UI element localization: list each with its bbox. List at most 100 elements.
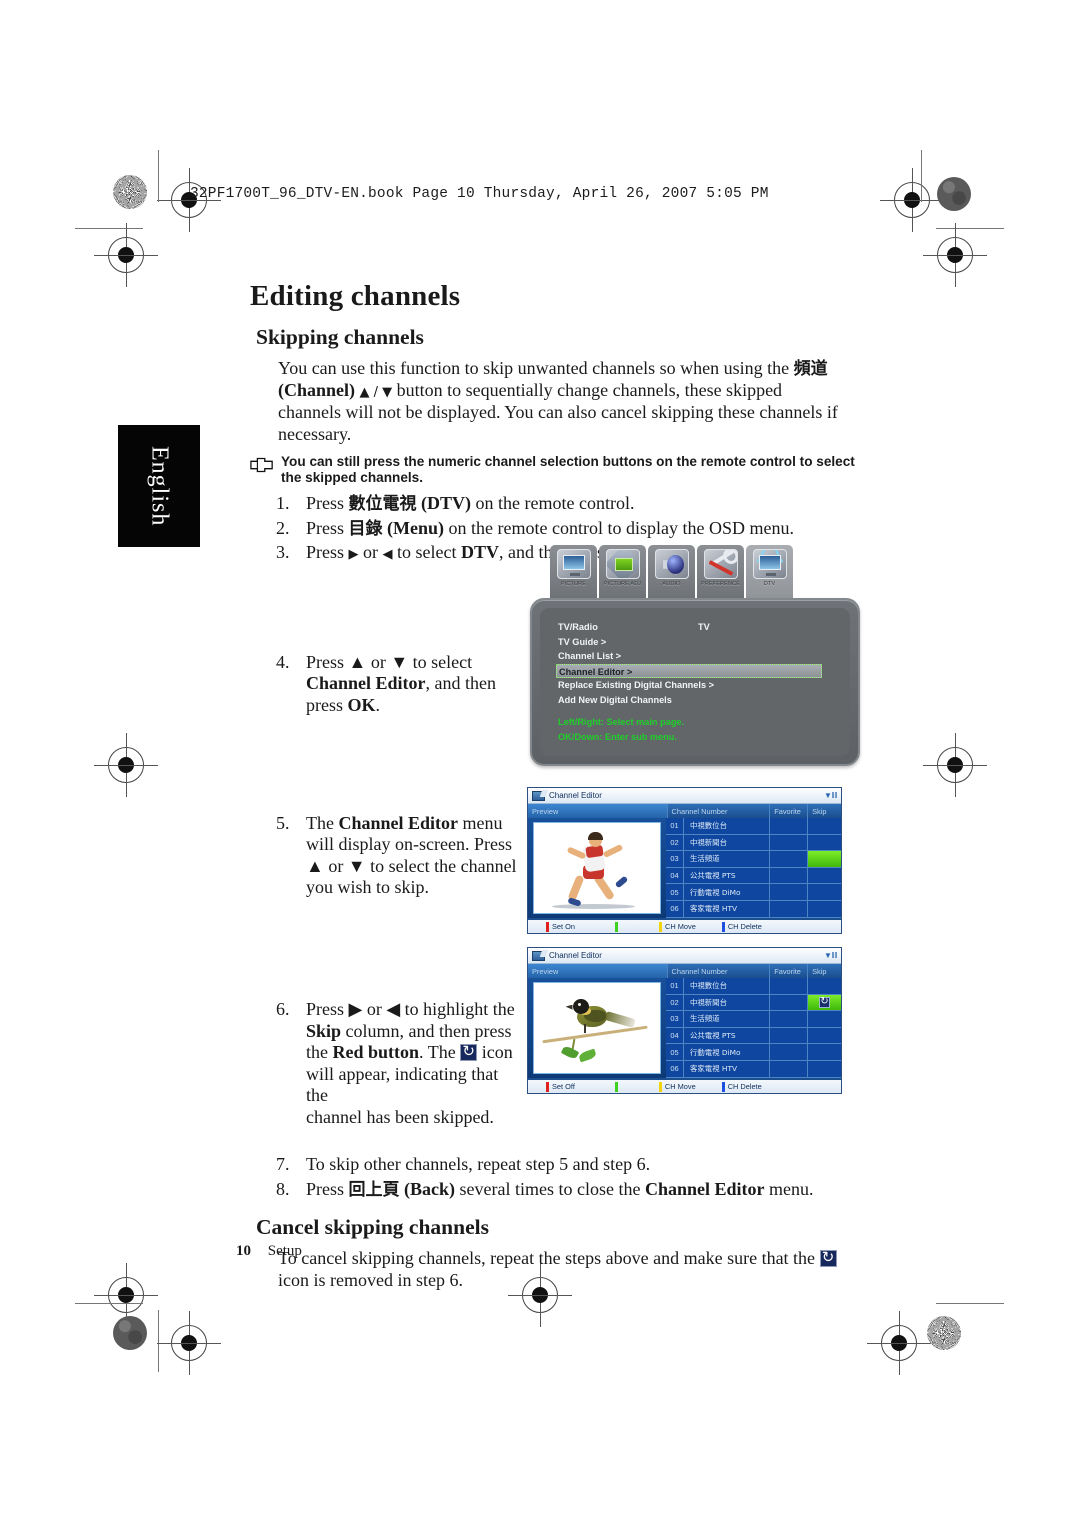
trim-line-left-horizontal [75,228,143,229]
table-row[interactable]: 03 生活頻道 [666,851,841,868]
intro-line1-a: You can use this function to skip unwant… [278,358,794,378]
step-1-number: 1. [276,492,290,513]
ce2-r5-skip[interactable] [808,1044,841,1061]
ce1-r2-fav[interactable] [770,834,808,852]
ce2-r6-name: 客家電視 HTV [684,1060,770,1078]
osd-tab-bar: PICTURE PICTURE ADJ AUDIO PREFERENCE DTV [550,545,793,605]
table-row[interactable]: 02 中視新聞台 [666,834,841,852]
table-row[interactable]: 01 中視數位台 [666,818,841,835]
intro-line2-b: button to sequentially change channels, … [392,379,783,400]
table-row[interactable]: 01 中視數位台 [666,978,841,995]
ce2-r6-fav[interactable] [770,1060,808,1078]
osd-row-replace-existing[interactable]: Replace Existing Digital Channels > [556,678,844,693]
ce2-r4-fav[interactable] [770,1027,808,1045]
ce2-r3-skip[interactable] [808,1011,841,1028]
ce1-r5-fav[interactable] [770,884,808,901]
step-4: 4. Press ▲ or ▼ to select Channel Editor… [250,652,522,717]
right-arrow-glyph: ▶ [348,547,359,563]
table-row[interactable]: 05 行動電視 DiMo [666,1044,841,1061]
ce2-r6-num: 06 [666,1060,684,1078]
table-row[interactable]: 06 客家電視 HTV [666,1060,841,1078]
ce1-r3-fav[interactable] [770,851,808,868]
table-row[interactable]: 02 中視新聞台 [666,994,841,1012]
registration-cross-top-right [880,168,944,232]
registration-burst-top-left [113,175,147,209]
osd-row-tv-guide[interactable]: TV Guide > [556,635,844,650]
table-row[interactable]: 04 公共電視 PTS [666,867,841,885]
registration-dot-bottom-left [113,1316,147,1350]
osd-row-channel-editor[interactable]: Channel Editor > [556,663,822,678]
ce1-r6-name: 客家電視 HTV [684,900,770,918]
step-1-text: Press 數位電視 (DTV) on the remote control. [306,492,635,514]
osd-tab-dtv[interactable]: DTV [746,545,793,605]
registration-burst-bottom-right [927,1316,961,1350]
ce1-key-blue[interactable]: CH Delete [721,921,762,932]
table-row[interactable]: 03 生活頻道 [666,1011,841,1028]
section-heading-skipping: Skipping channels [256,325,424,349]
book-header-line: 32PF1700T_96_DTV-EN.book Page 10 Thursda… [190,186,769,202]
ce2-r6-skip[interactable] [808,1060,841,1078]
trim-line-bottom-left [75,1303,143,1304]
ce1-r4-skip[interactable] [808,867,841,885]
ce1-r3-num: 03 [666,851,684,868]
osd-panel: TV/Radio TV TV Guide > Channel List > Ch… [530,598,860,766]
ce1-key-yellow[interactable]: CH Move [659,921,696,932]
osd-hint-2: OK/Down: Enter sub menu. [558,732,677,742]
ce2-key-green[interactable] [614,1081,621,1092]
ce1-r3-name: 生活頻道 [684,851,770,868]
ce1-col-preview: Preview [528,804,668,818]
ce2-r2-fav[interactable] [770,994,808,1012]
skip-icon [460,1042,478,1062]
ce1-r1-skip[interactable] [808,818,841,835]
note-text: You can still press the numeric channel … [281,453,855,486]
ce2-r1-skip[interactable] [808,978,841,995]
ce1-r5-skip[interactable] [808,884,841,901]
table-row[interactable]: 04 公共電視 PTS [666,1027,841,1045]
ce2-key-yellow[interactable]: CH Move [658,1081,696,1092]
running-athlete-photo [533,822,661,914]
ce2-r5-num: 05 [666,1044,684,1061]
ce1-r4-fav[interactable] [770,867,808,885]
osd-row-tv-radio[interactable]: TV/Radio TV [556,620,844,635]
osd-row-add-new[interactable]: Add New Digital Channels [556,693,844,708]
osd-tab-picture-adj[interactable]: PICTURE ADJ [599,545,646,600]
ce1-r6-skip[interactable] [808,900,841,918]
osd-row-channel-list[interactable]: Channel List > [556,649,844,664]
ce2-preview-pane [528,978,666,1078]
ce2-r3-fav[interactable] [770,1011,808,1028]
ce1-col-channel-number: Channel Number [668,804,771,818]
ce1-r2-name: 中視新聞台 [684,834,770,852]
intro-line1-cjk: 頻道 [793,359,828,379]
osd-row-tv-radio-value: TV [698,622,710,632]
skip-icon-cell [819,995,830,1008]
intro-channel-bold: (Channel) [278,379,356,400]
osd-tab-picture[interactable]: PICTURE [550,545,597,600]
ce2-r4-skip[interactable] [808,1027,841,1045]
trim-line-bottom-right [936,1303,1004,1304]
ce1-r4-name: 公共電視 PTS [684,867,770,885]
tv-window-icon [532,790,545,801]
trim-line-bottom-left-vertical [158,1310,159,1372]
ce2-r1-fav[interactable] [770,978,808,995]
ce1-r2-skip[interactable] [808,834,841,852]
ce2-r2-skip-marked[interactable] [808,994,841,1012]
ce2-col-preview: Preview [528,964,668,978]
osd-menu-list: TV/Radio TV TV Guide > Channel List > Ch… [556,620,844,707]
ce2-title: Channel Editor [549,951,602,960]
ce1-r6-fav[interactable] [770,900,808,918]
osd-tab-preference[interactable]: PREFERENCE [697,545,744,600]
ce1-r1-fav[interactable] [770,818,808,835]
osd-tab-audio[interactable]: AUDIO [648,545,695,600]
ce2-key-blue[interactable]: CH Delete [721,1081,762,1092]
table-row[interactable]: 05 行動電視 DiMo [666,884,841,901]
registration-cross-bottom-left [94,1263,158,1327]
footer-page-number: 10 [236,1243,251,1259]
ce2-r5-fav[interactable] [770,1044,808,1061]
ce2-key-red[interactable]: Set Off [546,1081,575,1092]
ce1-key-green[interactable] [615,921,621,932]
skip-icon-2 [819,1248,837,1267]
ce1-r3-skip-highlighted[interactable] [808,851,841,868]
ce1-key-red[interactable]: Set On [546,921,575,932]
ce1-r6-num: 06 [666,900,684,918]
table-row[interactable]: 06 客家電視 HTV [666,900,841,918]
